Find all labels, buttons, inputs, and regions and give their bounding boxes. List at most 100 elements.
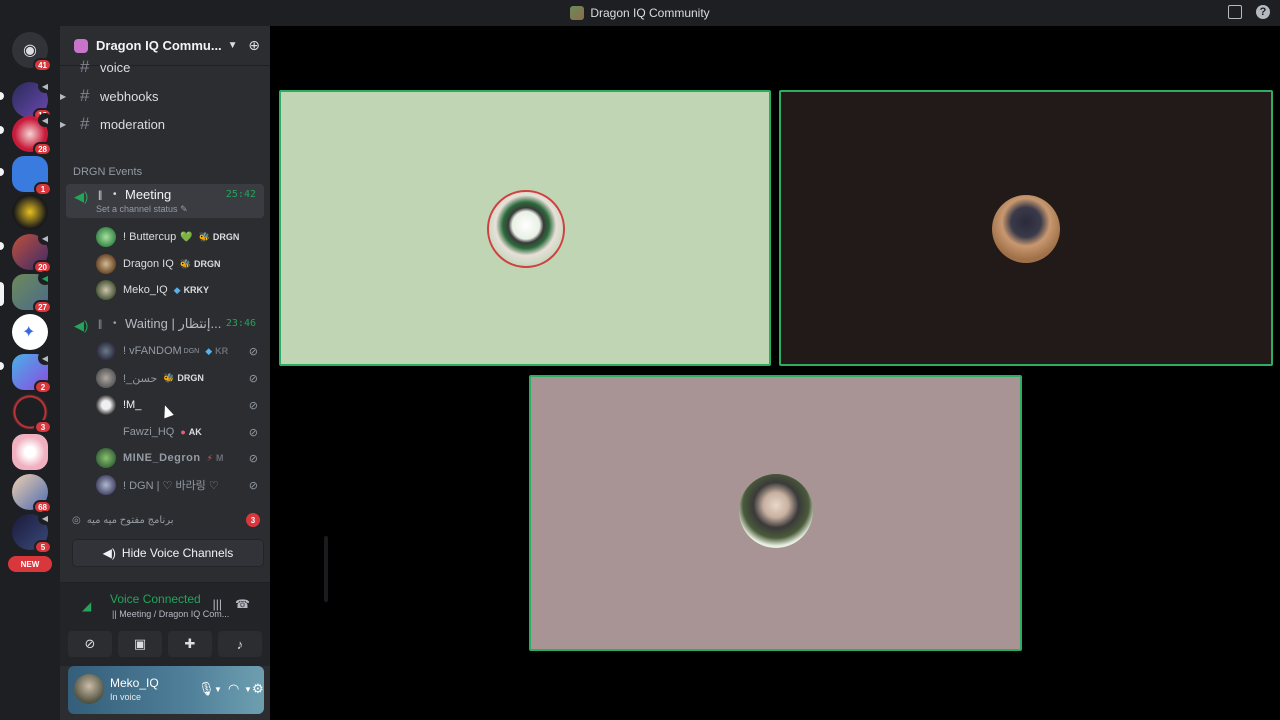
unread-pill [0, 126, 4, 134]
dot-separator: • [113, 189, 117, 200]
member-name: ! DGN | ♡ 바라링 ♡ [123, 480, 219, 492]
hide-voice-channels-button[interactable]: ◀) Hide Voice Channels [73, 540, 263, 566]
inbox-icon[interactable] [1228, 5, 1242, 19]
camera-off-button[interactable]: ⊘ [68, 631, 112, 657]
channel-voice[interactable]: ▶ # voice [68, 56, 264, 78]
stage-channel[interactable]: ◎ برنامج مفتوح ميه ميه 3 [72, 512, 262, 528]
voice-member[interactable]: Dragon IQ 🐝 DRGN [96, 252, 266, 276]
unread-pill [0, 168, 4, 176]
window-title: Dragon IQ Community [590, 6, 710, 20]
server-badge: 28 [33, 142, 52, 156]
stage-count-badge: 3 [246, 513, 260, 527]
member-name: !_حسن [123, 372, 158, 385]
unread-pill [0, 242, 4, 250]
avatar [96, 254, 116, 274]
server-icon-12[interactable]: ◀ 5 [12, 511, 52, 554]
server-badge: 1 [34, 182, 52, 196]
scrollbar[interactable] [324, 536, 328, 602]
server-icon-2[interactable]: ◀ 28 [12, 113, 52, 156]
server-icon-7[interactable]: ✦ [12, 314, 48, 350]
voice-channel-meeting[interactable]: ◀) || • Meeting 25:42 Set a channel stat… [66, 184, 264, 218]
activities-button[interactable]: ✚ [168, 631, 212, 657]
home-button[interactable]: ◉ 41 [12, 32, 52, 72]
server-icon-4[interactable] [12, 194, 48, 230]
speaker-icon: ◀) [102, 546, 116, 560]
member-subtag: DGN [183, 347, 200, 355]
voice-connected-status[interactable]: Voice Connected [110, 592, 201, 606]
channel-name: voice [100, 59, 131, 75]
voice-channel-name: Waiting | إنتظار... [125, 316, 222, 331]
deafened-icon: ⊘ [248, 426, 258, 439]
speaker-icon: ◀ [38, 79, 52, 93]
user-avatar [487, 190, 565, 268]
channel-name: webhooks [100, 88, 159, 104]
user-avatar[interactable] [74, 674, 104, 704]
category-label[interactable]: DRGN Events [73, 166, 142, 178]
avatar [96, 341, 116, 361]
tag-text: M [215, 453, 224, 463]
arrow-right-icon: ▶ [60, 119, 67, 129]
voice-member[interactable]: ! DGN | ♡ 바라링 ♡ ⊘ [96, 473, 266, 497]
discord-icon: ◉ [23, 42, 37, 59]
server-icon-8[interactable]: ◀ 2 [12, 351, 52, 394]
server-badge: 5 [34, 540, 52, 554]
voice-member[interactable]: Meko_IQ ◆ KRKY [96, 278, 266, 302]
server-icon-6[interactable]: ◀ 27 [12, 271, 52, 314]
server-icon-11[interactable]: 68 [12, 474, 52, 514]
server-icon-9[interactable]: 3 [12, 394, 52, 434]
member-name: Meko_IQ [123, 284, 168, 296]
chevron-down-icon[interactable]: ▼ [214, 685, 222, 694]
voice-member[interactable]: !M_ ⊘ [96, 393, 266, 417]
deafened-icon: ⊘ [248, 372, 258, 385]
voice-member[interactable]: ! vFANDOM DGN ◆ KR ⊘ [96, 339, 266, 363]
tag-icon: ● [180, 427, 186, 437]
server-icon-5[interactable]: ◀ 20 [12, 231, 52, 274]
help-icon[interactable]: ? [1256, 5, 1270, 19]
voice-member[interactable]: ! Buttercup 💚 🐝 DRGN [96, 225, 266, 249]
chevron-down-icon[interactable]: ▼ [244, 685, 252, 694]
invite-icon[interactable]: ⊕ [248, 37, 260, 54]
video-tile-meko-iq[interactable] [529, 375, 1022, 651]
stage-channel-name: برنامج مفتوح ميه ميه [86, 514, 174, 526]
speaker-icon: ◀ [38, 271, 52, 285]
soundboard-button[interactable]: ♪ [218, 631, 262, 657]
user-name[interactable]: Meko_IQ [110, 676, 159, 690]
member-name: ! vFANDOM [123, 345, 182, 357]
member-name: MINE_Degron [123, 452, 201, 464]
microphone-icon[interactable]: 🎙 [198, 681, 215, 697]
noise-suppression-icon[interactable]: ||| [213, 597, 222, 611]
bird-icon: ✦ [22, 324, 36, 341]
avatar [96, 422, 116, 442]
voice-location[interactable]: || Meeting / Dragon IQ Com... [112, 609, 229, 619]
tag-icon: 🐝 [198, 231, 210, 242]
dot-separator: • [113, 318, 117, 329]
new-badge[interactable]: NEW [8, 556, 52, 572]
settings-gear-icon[interactable]: ⚙ [252, 681, 264, 697]
voice-member[interactable]: !_حسن 🐝 DRGN ⊘ [96, 366, 266, 390]
avatar [96, 280, 116, 300]
server-icon-3[interactable]: 1 [12, 156, 52, 196]
channel-webhooks[interactable]: ▶ # webhooks [60, 83, 264, 109]
voice-member[interactable]: MINE_Degron ⚡ M ⊘ [96, 446, 266, 470]
selected-pill [0, 282, 4, 306]
deafened-icon: ⊘ [248, 345, 258, 358]
headphones-icon[interactable]: ◠ [228, 681, 239, 697]
channel-status[interactable]: Set a channel status ✎ [96, 204, 188, 215]
member-emoji: 💚 [180, 231, 193, 243]
avatar [96, 448, 116, 468]
speaker-icon: ◀) [74, 318, 89, 333]
video-tile-buttercup[interactable] [279, 90, 771, 366]
server-tag: 🐝 DRGN [180, 259, 221, 270]
voice-member[interactable]: Fawzi_HQ ● AK ⊘ [96, 420, 266, 444]
video-tile-dragon-iq[interactable] [779, 90, 1273, 366]
disconnect-icon[interactable]: ☎ [235, 597, 250, 611]
screen-share-button[interactable]: ▣ [118, 631, 162, 657]
voice-connection-panel: ◢ Voice Connected || Meeting / Dragon IQ… [60, 582, 270, 666]
signal-icon[interactable]: ◢ [82, 599, 91, 613]
avatar [96, 475, 116, 495]
unread-pill [0, 92, 4, 100]
avatar [96, 395, 116, 415]
speaker-icon: ◀ [38, 511, 52, 525]
channel-moderation[interactable]: ▶ # moderation [60, 111, 264, 137]
server-icon-10[interactable] [12, 434, 48, 470]
